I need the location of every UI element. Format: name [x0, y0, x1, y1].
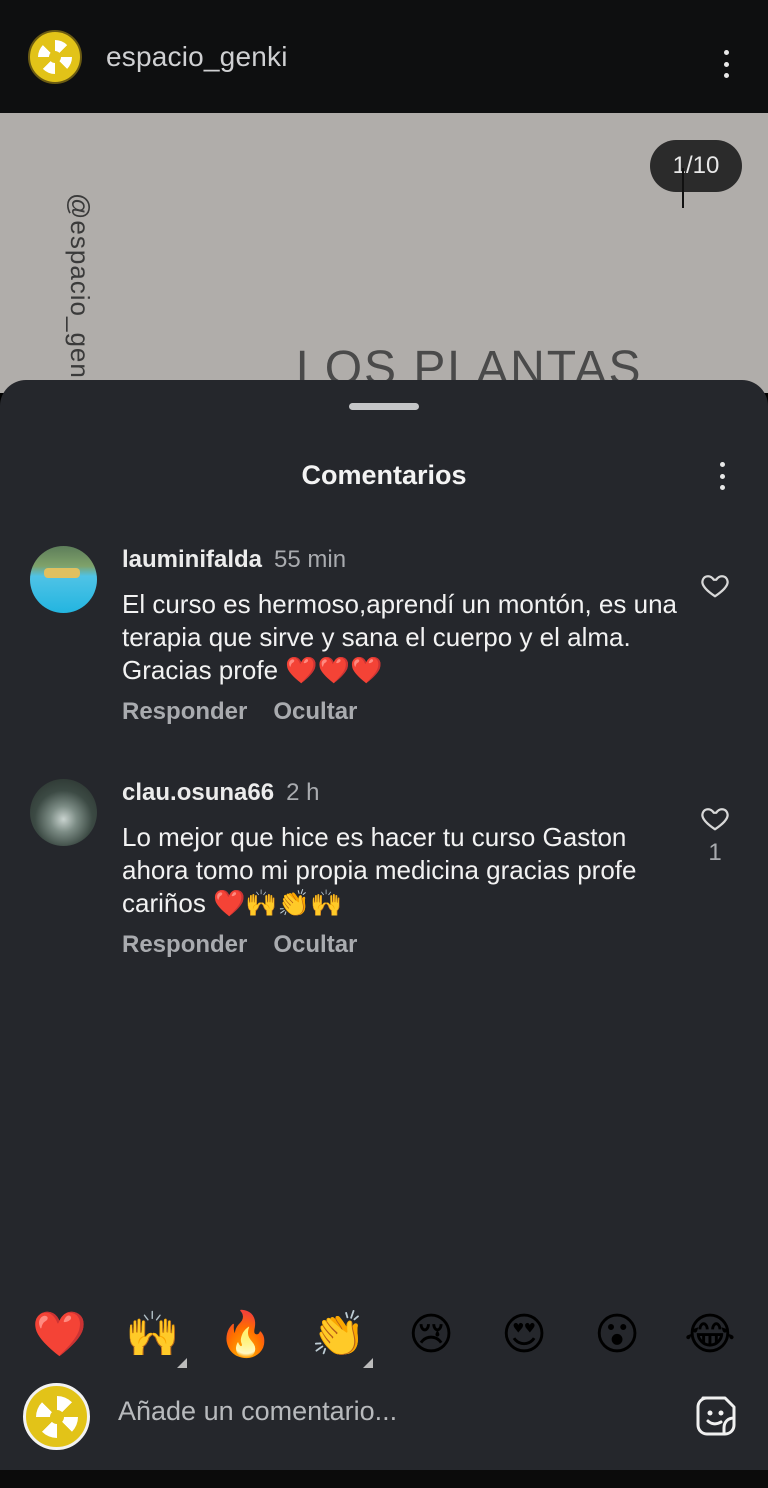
genki-logo-icon	[35, 1395, 78, 1438]
genki-logo-icon	[38, 39, 72, 74]
post-watermark: @espacio_genki	[65, 193, 95, 393]
comment-composer: Añade un comentario...	[0, 1380, 768, 1450]
hide-button[interactable]: Ocultar	[273, 698, 357, 725]
reaction-crying[interactable]: 😢	[404, 1308, 458, 1362]
quick-reactions: ❤️ 🙌 🔥 👏 😢 😍 😮 😂	[0, 1308, 768, 1368]
reaction-fire[interactable]: 🔥	[218, 1308, 273, 1362]
hide-button[interactable]: Ocultar	[273, 931, 357, 958]
page-counter: 1/10	[650, 140, 742, 192]
text-cursor	[682, 168, 684, 208]
profile-avatar[interactable]	[28, 29, 82, 84]
commenter-avatar[interactable]	[30, 779, 97, 846]
reaction-clapping[interactable]: 👏	[311, 1308, 373, 1368]
top-bar: espacio_genki	[0, 0, 768, 113]
reply-button[interactable]: Responder	[122, 698, 247, 725]
comment-actions: Responder Ocultar	[122, 931, 383, 959]
reaction-heart[interactable]: ❤️	[32, 1308, 87, 1362]
comment-username[interactable]: clau.osuna66	[122, 779, 274, 806]
comment-meta: lauminifalda 55 min	[122, 546, 346, 574]
system-nav-bar	[0, 1470, 768, 1488]
comment-time: 55 min	[274, 546, 347, 573]
heart-icon[interactable]	[700, 570, 730, 600]
reaction-laughing[interactable]: 😂	[683, 1308, 737, 1362]
sheet-title: Comentarios	[301, 460, 467, 490]
comment-actions: Responder Ocultar	[122, 698, 383, 726]
raised-hands-icon: 🙌	[125, 1309, 180, 1360]
profile-username[interactable]: espacio_genki	[106, 41, 288, 73]
commenter-avatar[interactable]	[30, 546, 97, 613]
heart-icon[interactable]	[700, 803, 730, 833]
clapping-icon: 👏	[311, 1309, 366, 1360]
comment-time: 2 h	[286, 779, 320, 806]
reaction-heart-eyes[interactable]: 😍	[497, 1308, 551, 1362]
more-options-icon[interactable]	[724, 50, 730, 78]
comment-text: El curso es hermoso,aprendí un montón, e…	[122, 589, 677, 685]
reaction-raised-hands[interactable]: 🙌	[125, 1308, 187, 1368]
sticker-icon[interactable]	[694, 1394, 738, 1438]
skin-tone-indicator	[363, 1358, 373, 1368]
skin-tone-indicator	[177, 1358, 187, 1368]
reply-button[interactable]: Responder	[122, 931, 247, 958]
drag-handle[interactable]	[349, 403, 419, 410]
comment-meta: clau.osuna66 2 h	[122, 779, 319, 807]
comment-input[interactable]: Añade un comentario...	[118, 1396, 397, 1427]
my-avatar	[23, 1383, 90, 1450]
comment-username[interactable]: lauminifalda	[122, 546, 262, 573]
post-image[interactable]: @espacio_genki 1/10 LOS PLANTAS	[0, 113, 768, 393]
comments-sheet: Comentarios lauminifalda 55 min El curso …	[0, 380, 768, 1470]
like-count: 1	[708, 839, 722, 866]
comment-text: Lo mejor que hice es hacer tu curso Gast…	[122, 822, 637, 918]
comments-menu-icon[interactable]	[720, 462, 726, 490]
reaction-surprised[interactable]: 😮	[590, 1308, 644, 1362]
